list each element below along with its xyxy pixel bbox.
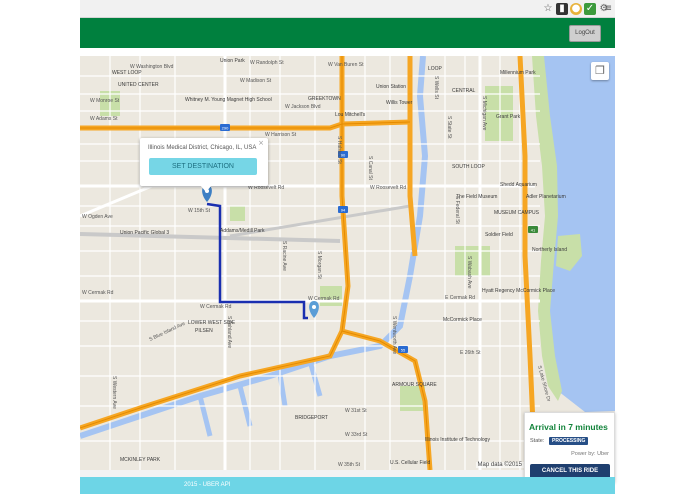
label-w-cermak-2: W Cermak Rd — [308, 296, 340, 302]
label-w-roosevelt-2: W Roosevelt Rd — [370, 185, 406, 191]
label-cellular-field: U.S. Cellular Field — [390, 460, 431, 466]
label-grant-park: Grant Park — [496, 114, 521, 120]
destination-pin[interactable] — [309, 301, 319, 318]
label-shedd: Shedd Aquarium — [500, 182, 537, 188]
label-central: CENTRAL — [452, 88, 476, 94]
label-willis-tower: Willis Tower — [386, 100, 413, 106]
label-w-madison: W Madison St — [240, 78, 272, 84]
svg-text:290: 290 — [222, 126, 229, 131]
menu-icon[interactable]: ≡ — [603, 3, 613, 15]
label-whitney: Whitney M. Young Magnet High School — [185, 97, 272, 103]
label-s-halsted: S Halsted St — [336, 136, 342, 164]
label-pilsen: PILSEN — [195, 328, 213, 334]
svg-text:94: 94 — [341, 208, 346, 213]
label-s-racine: S Racine Ave — [281, 241, 287, 271]
popup-address: Illinois Medical District, Chicago, IL, … — [148, 145, 257, 151]
label-s-morgan: S Morgan St — [316, 251, 322, 279]
label-s-wentworth: S Wentworth Ave — [391, 316, 397, 354]
label-hyatt: Hyatt Regency McCormick Place — [482, 288, 555, 294]
arrival-time: Arrival in 7 minutes — [529, 422, 608, 432]
route-line — [206, 202, 308, 320]
addams-park-block — [230, 206, 245, 221]
header-spacer — [80, 48, 615, 56]
footer-separator — [80, 470, 524, 477]
label-adler: Adler Planetarium — [526, 194, 566, 200]
label-e-cermak: E Cermak Rd — [445, 295, 475, 301]
label-w-adams: W Adams St — [90, 116, 118, 122]
label-south-loop: SOUTH LOOP — [452, 164, 485, 170]
label-mitchells: Lou Mitchell's — [335, 112, 366, 118]
label-s-michigan: S Michigan Ave — [481, 96, 487, 131]
label-millennium-park: Millennium Park — [500, 70, 536, 76]
chicago-river — [80, 56, 429, 439]
label-mccormick: McCormick Place — [443, 317, 482, 323]
label-w-33rd: W 33rd St — [345, 432, 368, 438]
footer-text: 2015 - UBER API — [184, 482, 231, 488]
label-west-loop: WEST LOOP — [112, 70, 142, 76]
destination-popup: Illinois Medical District, Chicago, IL, … — [140, 138, 268, 192]
label-w-jackson: W Jackson Blvd — [285, 104, 321, 110]
label-soldier-field: Soldier Field — [485, 232, 513, 238]
label-bridgeport: BRIDGEPORT — [295, 415, 328, 421]
label-s-blue-island: S Blue Island Ave — [148, 321, 186, 343]
ride-status-card: Arrival in 7 minutes State: PROCESSING P… — [524, 412, 615, 482]
label-s-federal: S Federal St — [454, 196, 460, 224]
label-union-pacific: Union Pacific Global 3 — [120, 230, 169, 236]
label-union-station: Union Station — [376, 84, 406, 90]
label-w-cermak: W Cermak Rd — [82, 290, 114, 296]
app-window: ☆ ▮ ● ✓ ⚙ ≡ LogOut 290 90 94 55 41 W Ran… — [0, 0, 695, 494]
popup-tail — [200, 185, 212, 192]
label-w-randolph: W Randolph St — [250, 60, 284, 66]
logout-button[interactable]: LogOut — [569, 25, 601, 42]
label-loop: LOOP — [428, 66, 443, 72]
browser-toolbar: ☆ ▮ ● ✓ ⚙ ≡ — [80, 0, 615, 18]
label-lower-west-side: LOWER WEST SIDE — [188, 320, 236, 326]
label-w-monroe: W Monroe St — [90, 98, 120, 104]
kiwi-extension-icon[interactable]: ▮ — [556, 3, 568, 15]
label-armour-square: ARMOUR SQUARE — [392, 382, 437, 388]
label-s-state: S State St — [446, 116, 452, 139]
powered-by: Power by: Uber — [571, 451, 609, 457]
map-view[interactable]: 290 90 94 55 41 W Randolph St W Madison … — [80, 56, 615, 470]
label-field-museum: The Field Museum — [456, 194, 497, 200]
label-w-harrison: W Harrison St — [265, 132, 297, 138]
map-canvas[interactable]: 290 90 94 55 41 W Randolph St W Madison … — [80, 56, 615, 470]
state-label: State: — [530, 438, 545, 444]
label-s-wabash: S Wabash Ave — [466, 256, 472, 289]
label-addams-medill: Addams/Medill Park — [220, 228, 265, 234]
label-united-center: UNITED CENTER — [118, 82, 159, 88]
label-greektown: GREEKTOWN — [308, 96, 341, 102]
label-w-15th: W 15th St — [188, 208, 211, 214]
svg-text:41: 41 — [531, 228, 536, 233]
label-w-cermak-3: W Cermak Rd — [200, 304, 232, 310]
status-badge: PROCESSING — [549, 437, 589, 445]
label-w-35th: W 35th St — [338, 462, 361, 468]
label-union-park: Union Park — [220, 58, 245, 64]
svg-text:55: 55 — [401, 348, 406, 353]
close-icon[interactable]: × — [258, 139, 264, 147]
label-s-western: S Western Ave — [111, 376, 117, 409]
app-extension-icon[interactable]: ● — [570, 3, 582, 15]
star-icon[interactable]: ☆ — [542, 3, 554, 15]
label-w-van-buren: W Van Buren St — [328, 62, 364, 68]
lastpass-icon[interactable]: ✓ — [584, 3, 596, 15]
label-w-31st: W 31st St — [345, 408, 367, 414]
label-mckinley-park: MCKINLEY PARK — [120, 457, 161, 463]
label-iit: Illinois Institute of Technology — [425, 437, 490, 443]
set-destination-button[interactable]: SET DESTINATION — [149, 158, 257, 175]
label-museum-campus: MUSEUM CAMPUS — [494, 210, 540, 216]
label-w-ogden: W Ogden Ave — [82, 214, 113, 220]
label-s-canal: S Canal St — [367, 156, 373, 181]
app-footer: 2015 - UBER API — [80, 477, 615, 494]
label-e-26th: E 26th St — [460, 350, 481, 356]
layers-icon[interactable]: ❐ — [591, 62, 609, 80]
app-header: LogOut — [80, 18, 615, 48]
rail-yard — [80, 232, 341, 243]
label-northerly-island: Northerly Island — [532, 247, 567, 253]
label-s-wells: S Wells St — [433, 76, 439, 100]
